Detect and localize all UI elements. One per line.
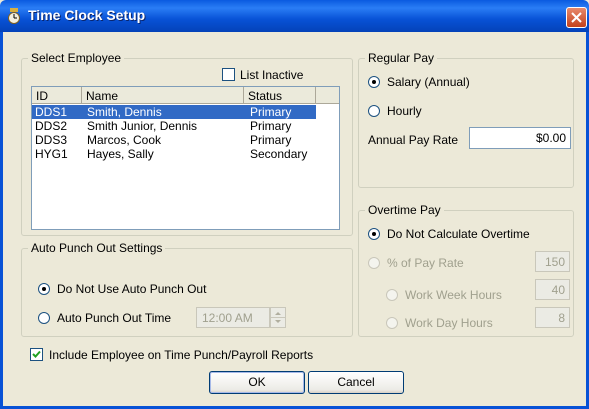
auto-punch-time-input[interactable]: 12:00 AM [196,307,270,328]
row-id: DDS2 [35,119,68,133]
annual-pay-rate-label: Annual Pay Rate [368,133,459,147]
regular-pay-group: Regular Pay [358,51,574,188]
list-inactive-label: List Inactive [240,68,304,82]
row-name: Marcos, Cook [87,133,162,147]
annual-pay-rate-input[interactable]: $0.00 [469,127,571,149]
table-row[interactable]: HYG1 Hayes, Sally Secondary [32,147,316,161]
regular-pay-legend: Regular Pay [368,51,435,65]
employee-list[interactable]: ID Name Status DDS1 Smith, Dennis Primar… [31,86,340,230]
hourly-radio[interactable] [368,105,380,117]
list-inactive-checkbox[interactable] [222,68,235,81]
no-overtime-label: Do Not Calculate Overtime [387,227,530,241]
row-name: Smith, Dennis [87,105,162,119]
salary-label: Salary (Annual) [387,75,470,89]
percent-pay-rate-radio[interactable] [368,257,380,269]
row-status: Primary [250,133,292,147]
work-day-hours-radio[interactable] [386,317,398,329]
work-week-hours-radio[interactable] [386,289,398,301]
work-week-hours-label: Work Week Hours [405,288,502,302]
hourly-label: Hourly [387,104,422,118]
row-id: DDS3 [35,133,68,147]
close-icon [571,12,582,23]
row-name: Hayes, Sally [87,147,154,161]
table-row[interactable]: DDS2 Smith Junior, Dennis Primary [32,119,316,133]
include-reports-checkbox[interactable] [30,348,43,361]
percent-pay-rate-input[interactable]: 150 [535,251,570,272]
auto-punch-time-label: Auto Punch Out Time [57,311,172,325]
column-header-id[interactable]: ID [32,87,82,104]
row-status: Primary [250,119,292,133]
percent-pay-rate-label: % of Pay Rate [387,256,464,270]
overtime-pay-legend: Overtime Pay [368,203,441,217]
app-icon [7,8,21,24]
row-status: Secondary [250,147,308,161]
ok-button[interactable]: OK [209,371,305,394]
table-row[interactable]: DDS1 Smith, Dennis Primary [32,105,316,119]
auto-punch-time-radio[interactable] [38,312,50,324]
row-id: HYG1 [35,147,68,161]
auto-punch-legend: Auto Punch Out Settings [31,241,163,255]
table-row[interactable]: DDS3 Marcos, Cook Primary [32,133,316,147]
work-week-hours-input[interactable]: 40 [535,279,570,300]
select-employee-legend: Select Employee [31,51,122,65]
title-bar: Time Clock Setup [0,0,589,32]
checkmark-icon [32,350,41,358]
no-auto-punch-radio[interactable] [38,283,50,295]
no-auto-punch-label: Do Not Use Auto Punch Out [57,282,207,296]
work-day-hours-input[interactable]: 8 [535,307,570,328]
close-button[interactable] [566,7,587,28]
no-overtime-radio[interactable] [368,228,380,240]
column-header-filler [316,87,339,104]
spinner-arrows-icon [271,312,285,323]
include-reports-label: Include Employee on Time Punch/Payroll R… [49,348,314,362]
row-id: DDS1 [35,105,68,119]
row-status: Primary [250,105,292,119]
column-header-status[interactable]: Status [244,87,316,104]
row-name: Smith Junior, Dennis [87,119,198,133]
salary-radio[interactable] [368,76,380,88]
window-title: Time Clock Setup [28,7,146,23]
column-header-name[interactable]: Name [82,87,244,104]
work-day-hours-label: Work Day Hours [405,316,493,330]
time-spinner[interactable] [270,307,286,328]
cancel-button[interactable]: Cancel [308,371,404,394]
